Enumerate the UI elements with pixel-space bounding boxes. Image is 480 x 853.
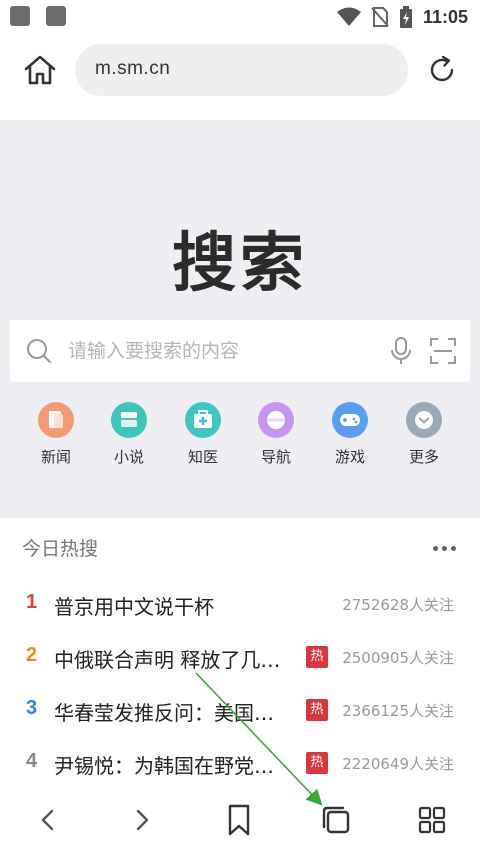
url-text: m.sm.cn (95, 58, 171, 79)
microphone-icon[interactable] (390, 337, 412, 365)
compass-icon (258, 402, 294, 438)
menu-grid-icon[interactable] (414, 802, 450, 838)
battery-icon (399, 6, 412, 28)
hot-badge: 热 (306, 699, 328, 721)
bookmark-icon[interactable] (221, 802, 257, 838)
quick-link-label: 更多 (408, 448, 439, 466)
quick-link-label: 小说 (113, 448, 144, 466)
quick-link-more[interactable]: 更多 (394, 402, 454, 467)
quick-link-novel[interactable]: 小说 (99, 402, 159, 467)
url-bar[interactable]: m.sm.cn (75, 44, 408, 96)
hot-badge: 热 (306, 752, 328, 774)
hot-rank: 3 (26, 697, 38, 719)
forward-icon[interactable] (124, 802, 160, 838)
hot-count: 2752628人关注 (342, 596, 454, 614)
hot-title: 华春莹发推反问：美国… (54, 701, 274, 725)
home-icon[interactable] (22, 52, 58, 88)
no-sim-icon (371, 7, 389, 27)
medical-kit-icon (185, 402, 221, 438)
refresh-icon[interactable] (426, 54, 458, 86)
notification-icon (46, 6, 66, 26)
wifi-icon (336, 7, 361, 26)
search-logo: 搜索 (172, 227, 308, 301)
gamepad-icon (332, 402, 368, 438)
notification-icon (10, 6, 30, 26)
quick-link-navigation[interactable]: 导航 (246, 402, 306, 467)
hot-list-item[interactable]: 2 中俄联合声明 释放了几… 热 2500905人关注 (0, 644, 480, 698)
news-icon (38, 402, 74, 438)
hot-count: 2220649人关注 (342, 755, 454, 773)
quick-link-news[interactable]: 新闻 (26, 402, 86, 467)
hot-title: 普京用中文说干杯 (54, 595, 214, 619)
book-icon (111, 402, 147, 438)
address-bar-row: m.sm.cn (0, 34, 480, 120)
hot-rank: 2 (26, 644, 38, 666)
hot-list-item[interactable]: 1 普京用中文说干杯 2752628人关注 (0, 591, 480, 645)
tabs-icon[interactable] (318, 802, 354, 838)
hot-count: 2366125人关注 (342, 702, 454, 720)
status-bar: 11:05 (0, 0, 480, 34)
quick-link-games[interactable]: 游戏 (320, 402, 380, 467)
hot-title: 中俄联合声明 释放了几… (54, 648, 281, 672)
status-time: 11:05 (422, 6, 468, 27)
bottom-nav (0, 790, 480, 853)
hot-title: 尹锡悦：为韩国在野党… (54, 754, 274, 778)
hot-list-title: 今日热搜 (22, 538, 99, 560)
search-area: 搜索 新闻 小说 (0, 120, 480, 518)
search-input[interactable] (68, 332, 378, 370)
quick-link-label: 知医 (187, 448, 218, 466)
quick-link-label: 导航 (260, 448, 291, 466)
more-options-icon[interactable] (433, 546, 456, 551)
quick-link-medical[interactable]: 知医 (173, 402, 233, 467)
chevron-down-icon (406, 402, 442, 438)
quick-links: 新闻 小说 知医 导航 游戏 更多 (0, 402, 480, 472)
search-icon (27, 339, 52, 364)
hot-list-item[interactable]: 3 华春莹发推反问：美国… 热 2366125人关注 (0, 697, 480, 751)
hot-rank: 1 (26, 591, 38, 613)
search-box[interactable] (10, 320, 470, 382)
back-icon[interactable] (30, 802, 66, 838)
hot-rank: 4 (26, 750, 38, 772)
quick-link-label: 游戏 (334, 448, 365, 466)
quick-link-label: 新闻 (40, 448, 71, 466)
scan-icon[interactable] (430, 338, 456, 364)
hot-badge: 热 (306, 646, 328, 668)
hot-count: 2500905人关注 (342, 649, 454, 667)
